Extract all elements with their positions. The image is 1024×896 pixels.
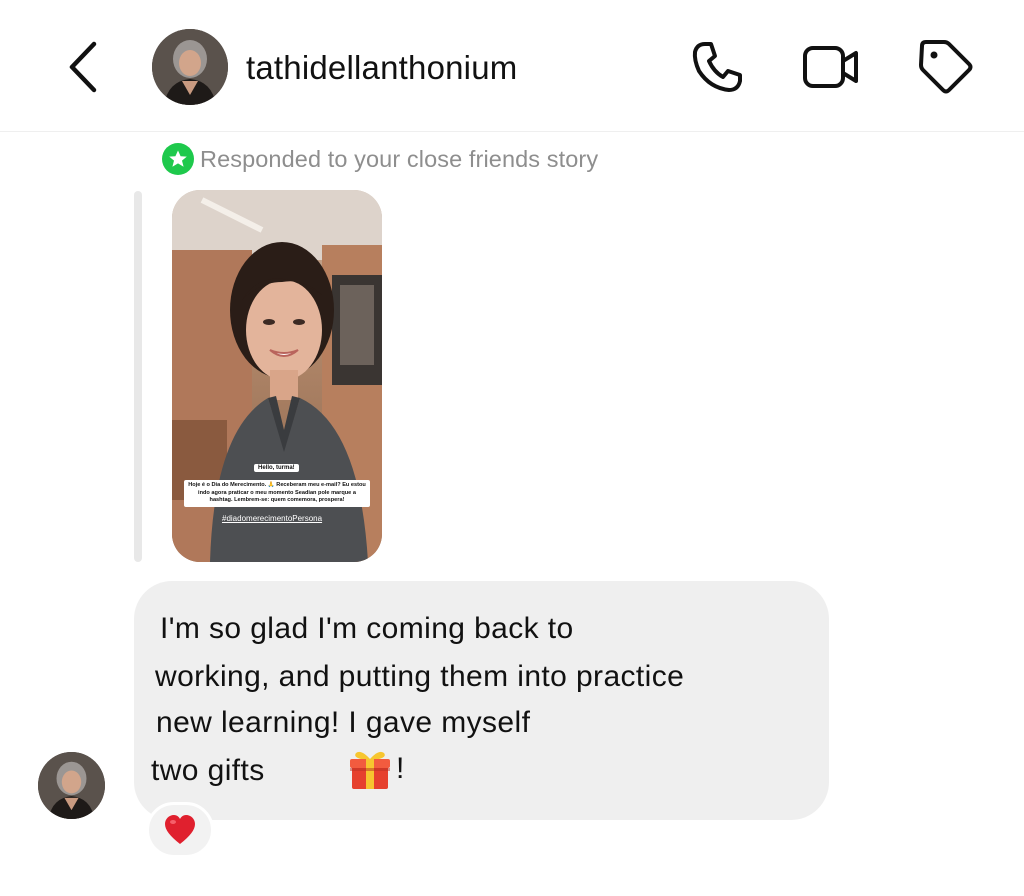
star-icon [169, 150, 187, 167]
story-reply-label: Responded to your close friends story [200, 145, 599, 172]
chat-username[interactable]: tathidellanthonium [246, 48, 517, 88]
close-friends-badge [162, 143, 194, 175]
chevron-left-icon [69, 41, 97, 93]
avatar[interactable] [38, 752, 105, 819]
back-button[interactable] [62, 38, 106, 96]
story-sticker-greeting: Hello, turma! [254, 464, 299, 472]
message-text-line: new learning! I gave myself [156, 706, 531, 739]
red-heart-icon [165, 815, 195, 844]
chat-header: tathidellanthonium [0, 0, 1024, 132]
avatar[interactable] [152, 29, 228, 105]
message-reaction[interactable] [146, 802, 214, 858]
audio-call-button[interactable] [686, 36, 748, 98]
story-hashtag: #diadomerecimentoPersona [222, 514, 323, 523]
reply-quote-bar [134, 191, 142, 562]
story-caption: Hoje é o Dia do Merecimento. 🙏 Receberam… [184, 480, 370, 507]
message-text-line: working, and putting them into practice [155, 660, 685, 693]
video-camera-icon [803, 46, 858, 88]
tag-icon [919, 40, 973, 94]
story-reply-context: Responded to your close friends story [162, 142, 598, 176]
message-text-line: two gifts [151, 754, 265, 787]
message-bubble[interactable]: I'm so glad I'm coming back to working, … [134, 581, 829, 820]
message-text-line: I'm so glad I'm coming back to [160, 612, 574, 645]
message-text-trailing: ! [396, 752, 405, 785]
tag-button[interactable] [914, 36, 976, 98]
video-call-button[interactable] [800, 36, 862, 98]
phone-icon [692, 42, 742, 92]
gift-icon [347, 747, 393, 793]
story-thumbnail[interactable]: Hello, turma! Hoje é o Dia do Mereciment… [172, 190, 382, 562]
